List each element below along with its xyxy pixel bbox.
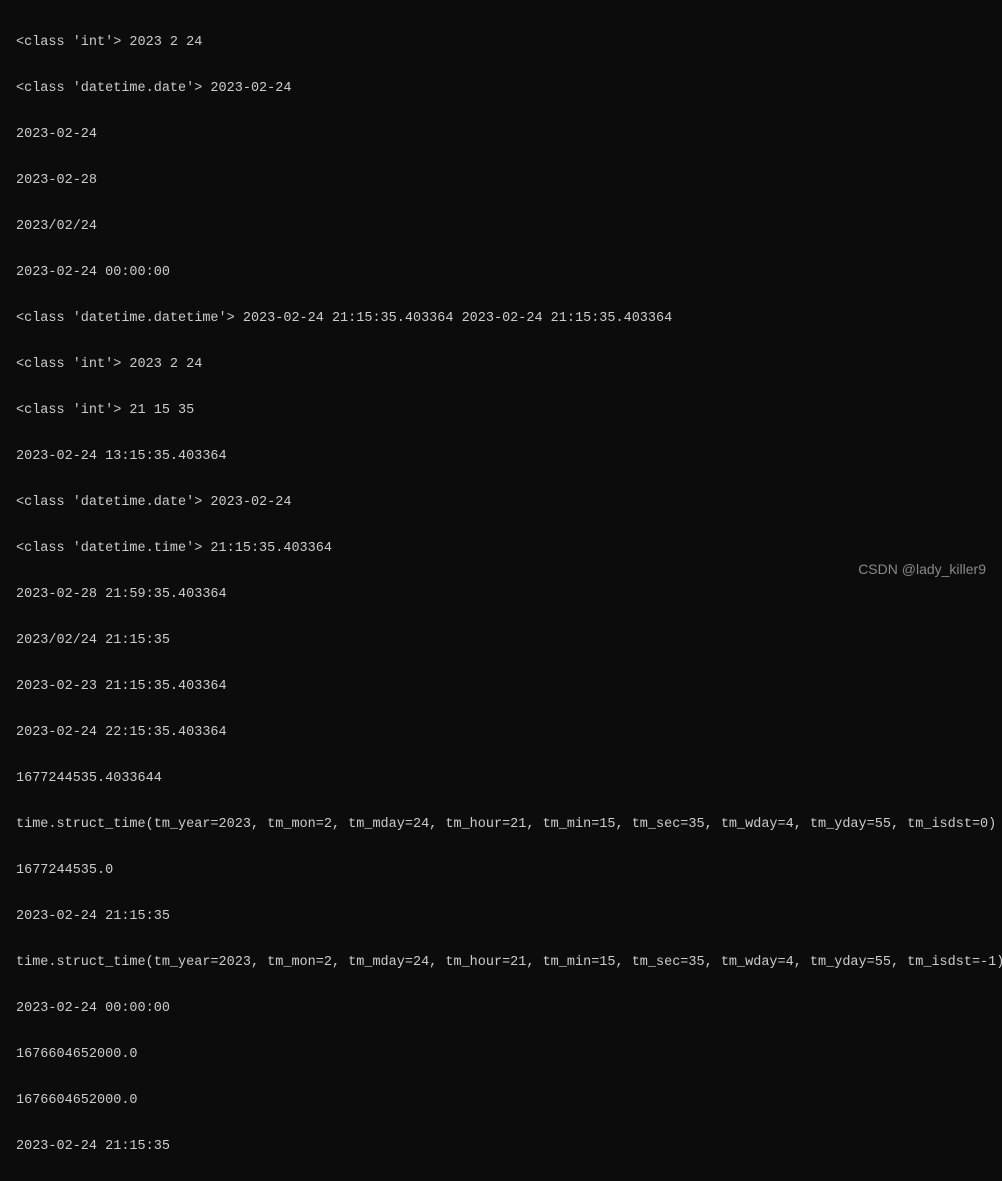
output-line: <class 'int'> 2023 2 24 (16, 31, 986, 54)
output-line: 2023-02-28 (16, 169, 986, 192)
output-line: <class 'datetime.time'> 21:15:35.403364 (16, 537, 986, 560)
output-line: 2023-02-24 21:15:35 (16, 905, 986, 928)
output-line: 2023-02-24 00:00:00 (16, 997, 986, 1020)
output-line: 2023-02-24 (16, 123, 986, 146)
output-line: 2023-02-24 13:15:35.403364 (16, 445, 986, 468)
output-line: <class 'datetime.datetime'> 2023-02-24 2… (16, 307, 986, 330)
output-line: time.struct_time(tm_year=2023, tm_mon=2,… (16, 951, 986, 974)
output-line: <class 'datetime.date'> 2023-02-24 (16, 77, 986, 100)
output-line: time.struct_time(tm_year=2023, tm_mon=2,… (16, 813, 986, 836)
output-line: 2023/02/24 (16, 215, 986, 238)
watermark-text: CSDN @lady_killer9 (858, 558, 986, 581)
output-line: 1676604652000.0 (16, 1043, 986, 1066)
output-line: <class 'int'> 21 15 35 (16, 399, 986, 422)
output-line: 1677244535.4033644 (16, 767, 986, 790)
output-line: 1676604652000.0 (16, 1089, 986, 1112)
output-line: 2023-02-24 00:00:00 (16, 261, 986, 284)
output-line: 2023-02-23 21:15:35.403364 (16, 675, 986, 698)
output-line: 2023-02-28 21:59:35.403364 (16, 583, 986, 606)
output-line: 2023-02-24 21:15:35 (16, 1135, 986, 1158)
output-line: 2023-02-24 22:15:35.403364 (16, 721, 986, 744)
output-line: 2023/02/24 21:15:35 (16, 629, 986, 652)
output-line: <class 'int'> 2023 2 24 (16, 353, 986, 376)
output-line: <class 'datetime.date'> 2023-02-24 (16, 491, 986, 514)
output-line: 1677244535.0 (16, 859, 986, 882)
